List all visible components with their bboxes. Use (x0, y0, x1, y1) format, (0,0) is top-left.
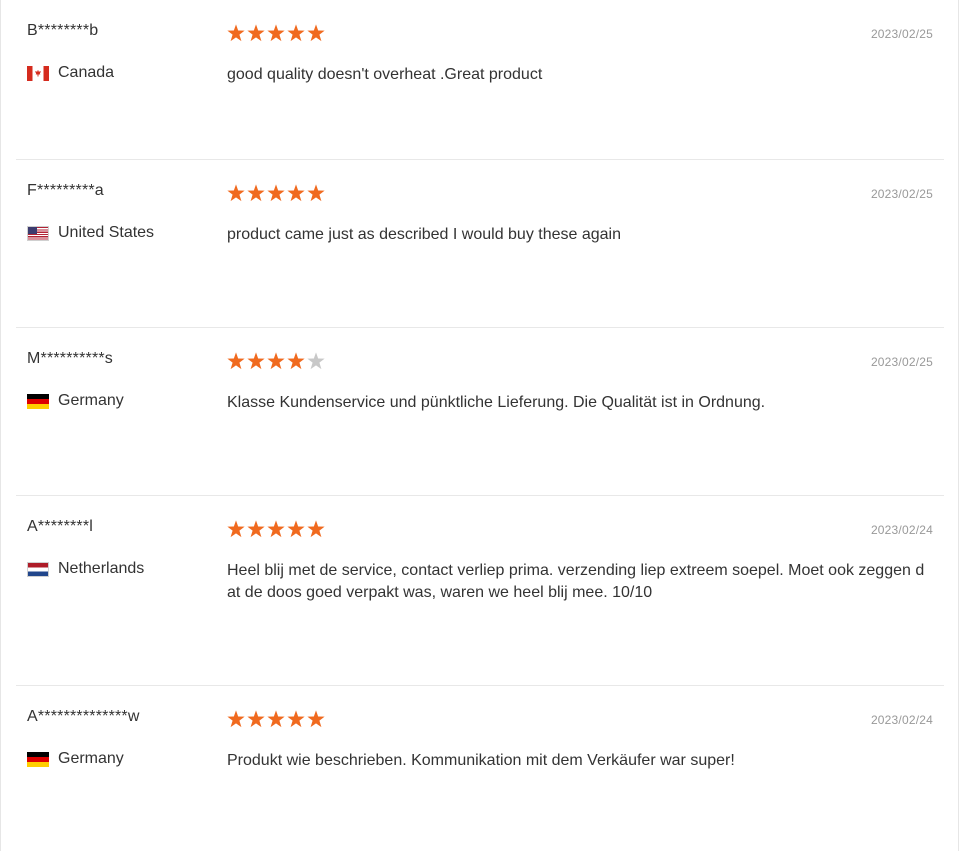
star-filled-icon (227, 710, 245, 728)
country-label: Canada (58, 64, 115, 81)
reviewer-country: Germany (27, 750, 124, 768)
star-filled-icon (247, 352, 265, 370)
review-date: 2023/02/25 (870, 27, 933, 41)
review-item: F*********a United States 2023/02/25 pro… (16, 160, 944, 328)
star-filled-icon (247, 520, 265, 538)
star-filled-icon (247, 184, 265, 202)
reviewer-name: A**************w (27, 708, 140, 725)
star-filled-icon (287, 24, 305, 42)
star-filled-icon (287, 352, 305, 370)
star-rating (227, 184, 325, 202)
reviewer-name: F*********a (27, 182, 104, 199)
reviewer-name: M**********s (27, 350, 113, 367)
star-rating (227, 710, 325, 728)
star-filled-icon (287, 184, 305, 202)
country-label: Netherlands (58, 560, 145, 577)
star-filled-icon (307, 710, 325, 728)
star-empty-icon (307, 352, 325, 370)
review-item: M**********s Germany 2023/02/25 Klasse K… (16, 328, 944, 496)
star-filled-icon (227, 184, 245, 202)
star-filled-icon (287, 520, 305, 538)
review-date: 2023/02/24 (870, 523, 933, 537)
star-filled-icon (267, 352, 285, 370)
reviewer-country: Netherlands (27, 560, 144, 578)
reviewer-name: A********l (27, 518, 94, 535)
review-comment: product came just as described I would b… (227, 226, 622, 243)
review-comment: Heel blij met de service, contact verlie… (227, 562, 925, 601)
star-filled-icon (307, 24, 325, 42)
review-date: 2023/02/25 (870, 355, 933, 369)
reviewer-country: United States (27, 224, 154, 242)
review-date: 2023/02/24 (870, 713, 933, 727)
review-comment: Klasse Kundenservice und pünktliche Lief… (227, 394, 766, 411)
country-label: United States (58, 224, 155, 241)
star-filled-icon (267, 184, 285, 202)
reviewer-country: Germany (27, 392, 124, 410)
germany-flag-icon (27, 393, 49, 409)
germany-flag-icon (27, 751, 49, 767)
country-label: Germany (58, 392, 124, 409)
star-filled-icon (267, 24, 285, 42)
canada-flag-icon (27, 65, 49, 81)
reviewer-name: B********b (27, 22, 99, 39)
star-filled-icon (287, 710, 305, 728)
star-filled-icon (307, 520, 325, 538)
star-filled-icon (247, 710, 265, 728)
country-label: Germany (58, 750, 124, 767)
review-list: B********b Canada 2023/02/25 good qualit… (16, 0, 944, 850)
review-item: B********b Canada 2023/02/25 good qualit… (16, 0, 944, 160)
star-filled-icon (267, 520, 285, 538)
star-filled-icon (227, 352, 245, 370)
star-filled-icon (247, 24, 265, 42)
star-filled-icon (227, 520, 245, 538)
star-rating (227, 24, 325, 42)
star-filled-icon (307, 184, 325, 202)
united-states-flag-icon (27, 225, 49, 241)
netherlands-flag-icon (27, 561, 49, 577)
star-filled-icon (267, 710, 285, 728)
review-item: A**************w Germany 2023/02/24 Prod… (16, 686, 944, 850)
review-item: A********l Netherlands 2023/02/24 Heel b… (16, 496, 944, 686)
review-comment: good quality doesn't overheat .Great pro… (227, 66, 543, 83)
star-rating (227, 352, 325, 370)
review-date: 2023/02/25 (870, 187, 933, 201)
reviewer-country: Canada (27, 64, 114, 82)
star-filled-icon (227, 24, 245, 42)
star-rating (227, 520, 325, 538)
review-comment: Produkt wie beschrieben. Kommunikation m… (227, 752, 735, 769)
